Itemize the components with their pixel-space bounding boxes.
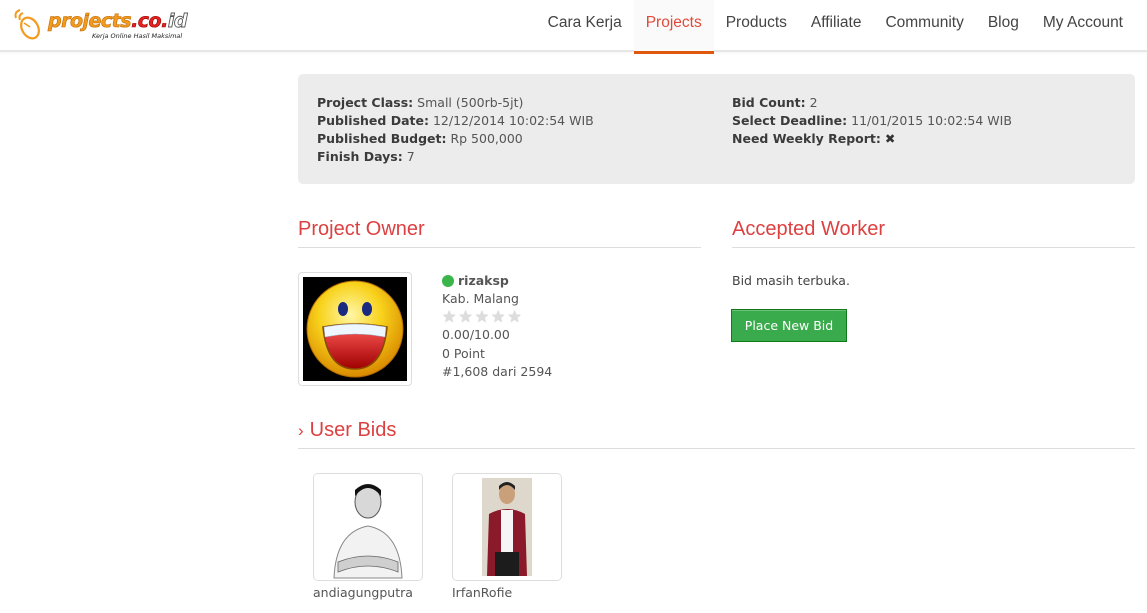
bidder-card: andiagungputra	[313, 473, 423, 600]
star-empty-icon: ★	[507, 307, 522, 327]
accepted-worker-heading: Accepted Worker	[732, 218, 1135, 248]
info-weekly-report: Need Weekly Report: ✖	[732, 131, 896, 146]
project-info-right: Bid Count: 2 Select Deadline: 11/01/2015…	[732, 94, 1147, 164]
nav-community[interactable]: Community	[873, 0, 975, 52]
bidder-username[interactable]: andiagungputra	[313, 585, 423, 600]
nav-my-account[interactable]: My Account	[1031, 0, 1135, 52]
owner-info: rizaksp Kab. Malang ★ ★ ★ ★ ★ 0.00/10.00…	[442, 272, 552, 381]
info-bid-count: Bid Count: 2	[732, 95, 818, 110]
owner-avatar[interactable]	[298, 272, 412, 386]
bidder-card: IrfanRofie	[452, 473, 562, 600]
star-empty-icon: ★	[474, 307, 490, 327]
person-photo-icon	[314, 474, 422, 580]
nav-cara-kerja[interactable]: Cara Kerja	[536, 0, 634, 52]
nav-blog[interactable]: Blog	[976, 0, 1031, 52]
info-select-deadline: Select Deadline: 11/01/2015 10:02:54 WIB	[732, 113, 1012, 128]
project-owner-heading: Project Owner	[298, 218, 701, 248]
owner-location: Kab. Malang	[442, 291, 519, 307]
main-nav: Cara Kerja Projects Products Affiliate C…	[536, 0, 1135, 54]
user-bids-heading[interactable]: › User Bids	[298, 419, 1135, 449]
info-finish-days: Finish Days: 7	[317, 149, 415, 164]
owner-username[interactable]: rizaksp	[458, 272, 509, 290]
info-published-budget: Published Budget: Rp 500,000	[317, 131, 523, 146]
x-mark-icon: ✖	[884, 131, 896, 146]
site-logo[interactable]: projects.co.id Kerja Online Hasil Maksim…	[12, 8, 202, 44]
logo-tagline: Kerja Online Hasil Maksimal	[92, 32, 183, 40]
place-new-bid-button[interactable]: Place New Bid	[731, 309, 847, 342]
bidder-avatar[interactable]	[313, 473, 423, 581]
logo-wordmark: projects.co.id	[48, 10, 188, 33]
nav-affiliate[interactable]: Affiliate	[799, 0, 874, 52]
owner-rank: #1,608 dari 2594	[442, 363, 553, 379]
mouse-icon	[14, 9, 40, 40]
info-published-date: Published Date: 12/12/2014 10:02:54 WIB	[317, 113, 594, 128]
bidder-username[interactable]: IrfanRofie	[452, 585, 562, 600]
project-info-left: Project Class: Small (500rb-5jt) Publish…	[317, 94, 732, 164]
star-empty-icon: ★	[442, 307, 457, 327]
nav-products[interactable]: Products	[714, 0, 799, 52]
person-photo-icon	[453, 474, 561, 580]
star-empty-icon: ★	[491, 307, 506, 327]
bidder-avatar[interactable]	[452, 473, 562, 581]
smiley-avatar-image	[303, 277, 407, 381]
bid-status-text: Bid masih terbuka.	[732, 273, 850, 288]
star-empty-icon: ★	[458, 307, 473, 327]
online-status-icon	[442, 275, 454, 288]
owner-rating: 0.00/10.00	[442, 327, 510, 343]
chevron-right-icon: ›	[298, 421, 304, 440]
project-info-panel: Project Class: Small (500rb-5jt) Publish…	[298, 74, 1135, 184]
top-navbar: projects.co.id Kerja Online Hasil Maksim…	[0, 0, 1147, 54]
nav-projects[interactable]: Projects	[633, 0, 714, 54]
owner-rating-stars: ★ ★ ★ ★ ★	[442, 308, 552, 326]
info-project-class: Project Class: Small (500rb-5jt)	[317, 95, 524, 110]
owner-points: 0 Point	[442, 345, 485, 361]
